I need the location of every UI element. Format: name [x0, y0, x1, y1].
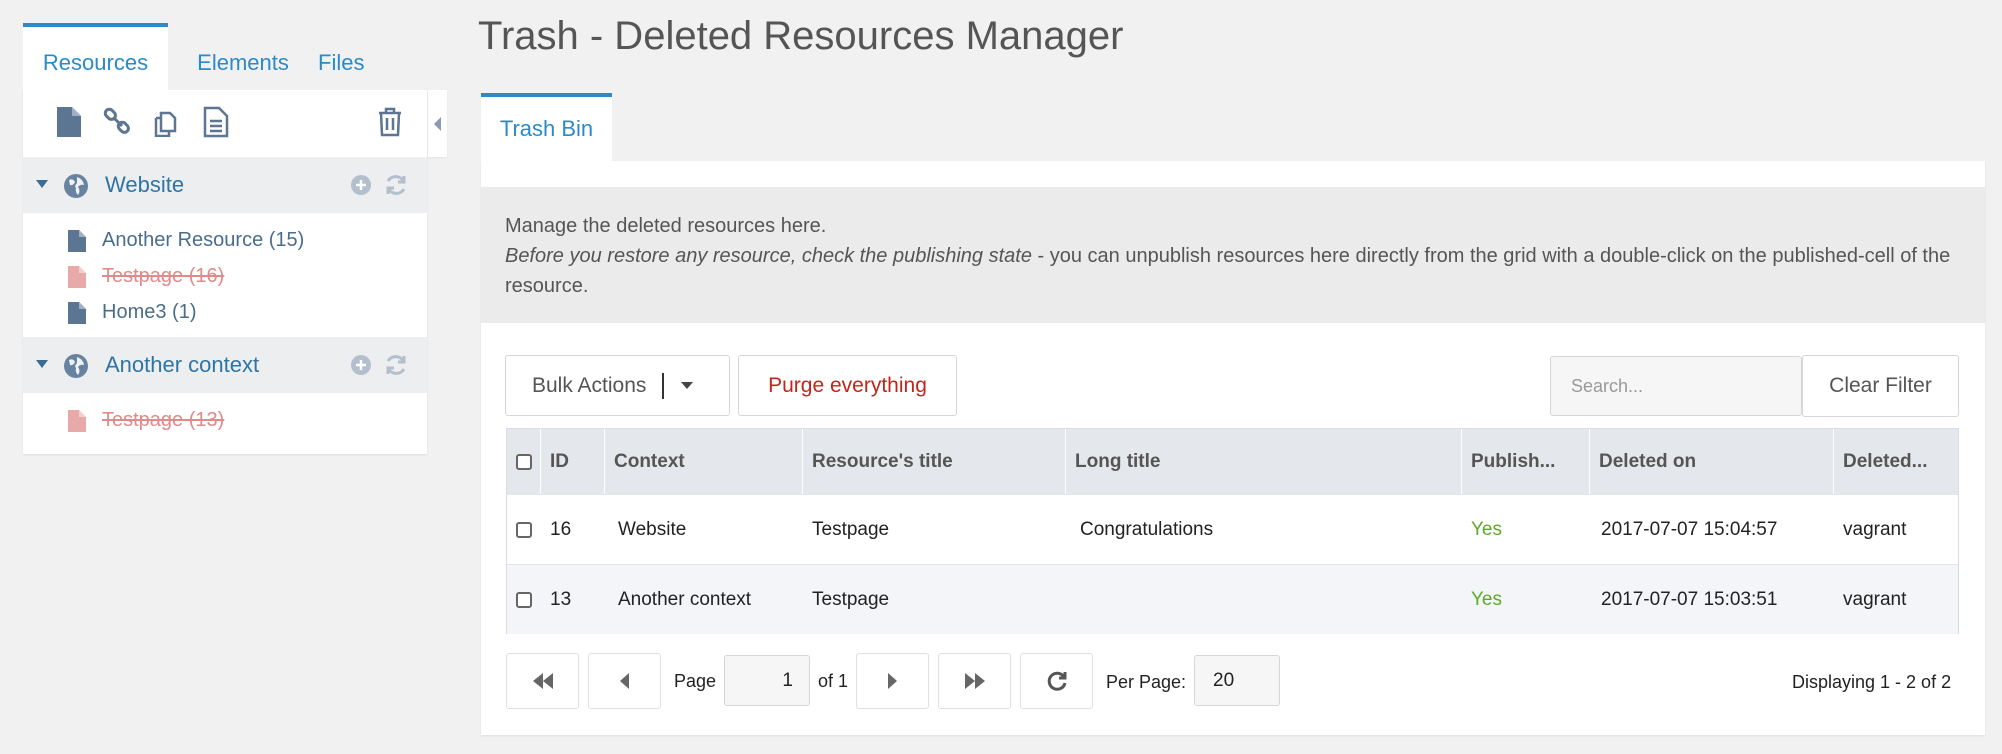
column-header-deletedon[interactable]: Deleted on [1590, 429, 1834, 494]
select-all-cell [507, 429, 541, 494]
resource-tree-panel: Website Another Resource (15) Testpage (… [23, 90, 427, 454]
cell-deletedon: 2017-07-07 15:03:51 [1601, 588, 1778, 610]
context-row-another-context[interactable]: Another context [23, 337, 427, 393]
tree-resource-item-deleted[interactable]: Testpage (16) [23, 259, 427, 295]
column-header-context[interactable]: Context [605, 429, 803, 494]
column-header-longtitle[interactable]: Long title [1066, 429, 1462, 494]
row-checkbox[interactable] [516, 591, 532, 608]
left-panel-tabs: Resources Elements Files [23, 23, 398, 90]
clear-filter-button[interactable]: Clear Filter [1802, 355, 1959, 417]
divider [662, 372, 665, 399]
document-icon [68, 266, 86, 288]
refresh-icon[interactable] [384, 173, 408, 197]
context-row-website[interactable]: Website [23, 157, 427, 213]
add-resource-icon[interactable] [350, 354, 372, 376]
per-page-input[interactable] [1194, 655, 1280, 706]
resource-label: Another Resource (15) [102, 229, 305, 251]
page-label: Page [674, 671, 717, 691]
refresh-button[interactable] [1020, 653, 1093, 709]
tab-elements[interactable]: Elements [168, 23, 318, 90]
cell-published[interactable]: Yes [1462, 495, 1590, 564]
previous-page-button[interactable] [588, 653, 661, 709]
cell-title: Testpage [812, 518, 890, 540]
deleted-resources-grid: ID Context Resource's title Long title P… [506, 428, 1959, 634]
bulk-actions-label: Bulk Actions [532, 373, 647, 397]
new-symlink-icon[interactable] [151, 106, 183, 138]
first-page-icon [532, 673, 553, 689]
resource-label: Testpage (16) [102, 265, 225, 287]
new-document-icon[interactable] [53, 106, 85, 138]
new-weblink-icon[interactable] [102, 106, 134, 138]
grid-header: ID Context Resource's title Long title P… [507, 429, 1958, 494]
column-header-deletedby[interactable]: Deleted... [1834, 429, 1958, 494]
tab-resources[interactable]: Resources [23, 23, 168, 90]
document-icon [68, 410, 86, 432]
per-page-label: Per Page: [1106, 672, 1187, 692]
search-input[interactable] [1550, 356, 1802, 416]
cell-id: 13 [550, 588, 572, 610]
cell-published[interactable]: Yes [1462, 565, 1590, 634]
caret-down-icon[interactable] [35, 359, 49, 369]
add-resource-icon[interactable] [350, 174, 372, 196]
cell-deletedon: 2017-07-07 15:04:57 [1601, 518, 1778, 540]
select-all-checkbox[interactable] [515, 453, 532, 470]
last-page-icon [964, 673, 985, 689]
document-icon [68, 230, 86, 252]
tree-resource-item[interactable]: Another Resource (15) [23, 223, 427, 259]
cell-context: Another context [618, 588, 752, 610]
new-static-resource-icon[interactable] [200, 106, 232, 138]
resource-label: Testpage (13) [102, 409, 225, 431]
cell-longtitle: Congratulations [1080, 518, 1214, 540]
caret-down-icon[interactable] [35, 179, 49, 189]
column-header-id[interactable]: ID [541, 429, 605, 494]
page-title: Trash - Deleted Resources Manager [478, 14, 1124, 58]
row-select-cell [507, 565, 541, 634]
refresh-icon [1047, 671, 1066, 691]
trash-icon[interactable] [374, 106, 406, 138]
row-checkbox[interactable] [516, 521, 532, 538]
tree-resource-item[interactable]: Home3 (1) [23, 295, 427, 331]
next-page-icon [888, 673, 897, 689]
tab-trash-bin[interactable]: Trash Bin [481, 93, 612, 161]
last-page-button[interactable] [938, 653, 1011, 709]
cell-longtitle [1066, 565, 1462, 634]
bulk-actions-button[interactable]: Bulk Actions [505, 355, 730, 416]
column-header-title[interactable]: Resource's title [803, 429, 1066, 494]
description-line: Manage the deleted resources here. [505, 215, 827, 237]
collapse-panel-handle[interactable] [428, 90, 447, 157]
tab-files[interactable]: Files [318, 23, 398, 90]
previous-page-icon [620, 673, 629, 689]
column-header-published[interactable]: Publish... [1462, 429, 1590, 494]
resource-label: Home3 (1) [102, 301, 197, 323]
first-page-button[interactable] [506, 653, 579, 709]
cell-deletedby: vagrant [1843, 518, 1907, 540]
description-warning: Before you restore any resource, check t… [505, 241, 1961, 301]
chevron-left-icon [434, 116, 441, 131]
cell-context: Website [618, 518, 687, 540]
page-count-label: of 1 [818, 671, 849, 691]
tree-toolbar [23, 90, 427, 157]
next-page-button[interactable] [856, 653, 929, 709]
globe-icon [64, 354, 88, 378]
table-row[interactable]: 13 Another context Testpage Yes 2017-07-… [507, 564, 1958, 634]
displaying-count: Displaying 1 - 2 of 2 [1792, 672, 1952, 692]
refresh-icon[interactable] [384, 353, 408, 377]
description-box: Manage the deleted resources here. Befor… [481, 187, 1985, 323]
description-emphasis: Before you restore any resource, check t… [505, 245, 1032, 267]
caret-down-icon [681, 382, 694, 389]
cell-id: 16 [550, 518, 572, 540]
document-icon [68, 302, 86, 324]
resource-list-another-context: Testpage (13) [23, 393, 427, 439]
cell-deletedby: vagrant [1843, 588, 1907, 610]
tree-resource-item-deleted[interactable]: Testpage (13) [23, 403, 427, 439]
row-select-cell [507, 495, 541, 564]
globe-icon [64, 174, 88, 198]
resource-list-website: Another Resource (15) Testpage (16) Home… [23, 213, 427, 337]
cell-title: Testpage [812, 588, 890, 610]
context-label: Website [105, 172, 185, 197]
purge-everything-button[interactable]: Purge everything [738, 355, 957, 416]
table-row[interactable]: 16 Website Testpage Congratulations Yes … [507, 494, 1958, 564]
context-label: Another context [105, 352, 260, 377]
page-number-input[interactable] [724, 655, 810, 706]
